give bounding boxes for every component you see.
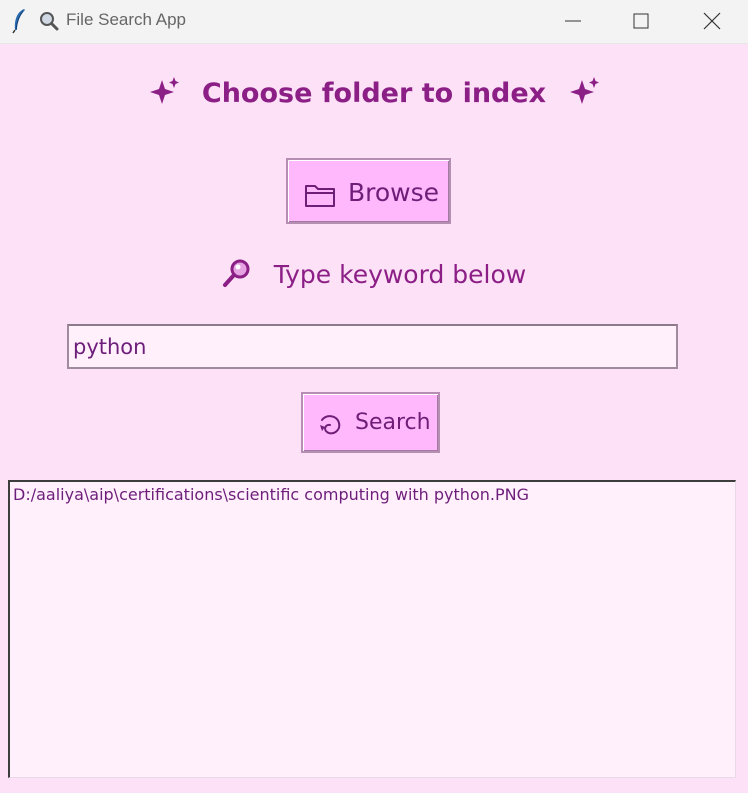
- maximize-icon: [633, 13, 649, 29]
- close-icon: [703, 12, 721, 30]
- browse-button-label: Browse: [348, 178, 440, 207]
- magnifier-icon: [40, 12, 59, 31]
- folder-icon: [305, 185, 335, 207]
- keyword-label-text: Type keyword below: [273, 260, 527, 289]
- search-button-label: Search: [355, 410, 431, 435]
- results-list[interactable]: D:/aaliya\aip\certifications\scientific …: [8, 480, 736, 778]
- browse-button[interactable]: Browse: [286, 158, 451, 224]
- magnifier-icon: [222, 259, 250, 287]
- result-item[interactable]: D:/aaliya\aip\certifications\scientific …: [10, 482, 735, 507]
- title-bar[interactable]: File Search App: [0, 0, 748, 44]
- maximize-button[interactable]: [606, 0, 676, 42]
- app-window: File Search App Choose folder to index B…: [0, 0, 748, 793]
- search-input[interactable]: [67, 324, 678, 369]
- window-title: File Search App: [66, 10, 187, 29]
- search-button[interactable]: Search: [301, 392, 440, 453]
- sparkles-icon: [150, 77, 180, 104]
- feather-icon: [12, 9, 25, 34]
- heading-text: Choose folder to index: [201, 78, 547, 109]
- sparkles-icon: [569, 77, 599, 104]
- page-heading: Choose folder to index: [0, 76, 748, 109]
- keyword-label: Type keyword below: [0, 258, 748, 289]
- minimize-button[interactable]: [538, 0, 608, 42]
- close-button[interactable]: [677, 0, 747, 42]
- minimize-icon: [565, 20, 581, 22]
- swirl-icon: [320, 415, 341, 435]
